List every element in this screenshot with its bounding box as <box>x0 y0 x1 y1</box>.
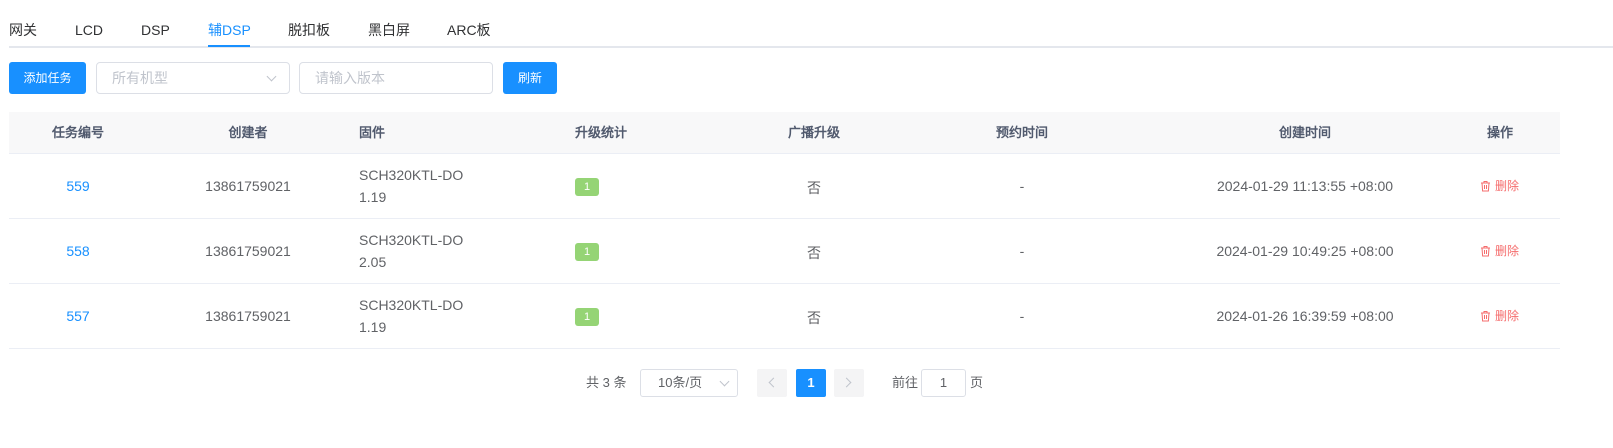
total-count: 共 3 条 <box>586 375 627 390</box>
chevron-down-icon <box>266 71 277 82</box>
broadcast-cell: 否 <box>807 245 821 261</box>
firmware-version: 1.19 <box>359 189 387 205</box>
upgrade-count-badge[interactable]: 1 <box>575 243 599 261</box>
firmware-version: 1.19 <box>359 319 387 335</box>
tab-aux-dsp[interactable]: 辅DSP <box>208 20 251 40</box>
firmware-name: SCH320KTL-DO <box>359 297 464 313</box>
task-id-link[interactable]: 559 <box>66 178 89 194</box>
table-header: 任务编号 创建者 固件 升级统计 广播升级 预约时间 创建时间 操作 <box>9 112 1560 154</box>
chevron-down-icon <box>719 376 730 387</box>
page-size-select[interactable]: 10条/页 <box>640 369 738 397</box>
tab-bar: 网关 LCD DSP 辅DSP 脱扣板 黑白屏 ARC板 <box>9 0 1613 48</box>
header-upgrade-stats: 升级统计 <box>575 125 628 140</box>
task-id-link[interactable]: 557 <box>66 308 89 324</box>
table-row: 559 13861759021 SCH320KTL-DO 1.19 1 否 - … <box>9 154 1560 219</box>
model-select[interactable]: 所有机型 <box>96 62 290 94</box>
table-row: 557 13861759021 SCH320KTL-DO 1.19 1 否 - … <box>9 284 1560 349</box>
chevron-right-icon <box>841 377 852 388</box>
task-id-link[interactable]: 558 <box>66 243 89 259</box>
firmware-name: SCH320KTL-DO <box>359 232 464 248</box>
active-tab-indicator <box>208 45 250 47</box>
tab-dsp[interactable]: DSP <box>141 20 170 40</box>
delete-label: 删除 <box>1495 179 1520 193</box>
creator-cell: 13861759021 <box>205 308 291 324</box>
upgrade-count-badge[interactable]: 1 <box>575 308 599 326</box>
refresh-button[interactable]: 刷新 <box>503 62 557 94</box>
prev-page-button[interactable] <box>757 369 787 397</box>
trash-icon <box>1481 181 1490 192</box>
scheduled-cell: - <box>1019 243 1025 259</box>
upgrade-count-badge[interactable]: 1 <box>575 178 599 196</box>
table-row: 558 13861759021 SCH320KTL-DO 2.05 1 否 - … <box>9 219 1560 284</box>
broadcast-cell: 否 <box>807 310 821 326</box>
header-creator: 创建者 <box>228 125 268 140</box>
page-number-current[interactable]: 1 <box>796 369 826 397</box>
add-task-button[interactable]: 添加任务 <box>9 62 86 94</box>
header-actions: 操作 <box>1486 125 1514 140</box>
delete-button[interactable]: 删除 <box>1480 244 1519 258</box>
created-time-cell: 2024-01-26 16:39:59 +08:00 <box>1216 308 1394 324</box>
tab-lcd[interactable]: LCD <box>75 20 103 40</box>
created-time-cell: 2024-01-29 10:49:25 +08:00 <box>1216 243 1394 259</box>
creator-cell: 13861759021 <box>205 243 291 259</box>
scheduled-cell: - <box>1019 308 1025 324</box>
delete-button[interactable]: 删除 <box>1480 309 1519 323</box>
model-select-placeholder: 所有机型 <box>112 70 168 86</box>
header-scheduled-time: 预约时间 <box>995 125 1049 140</box>
header-broadcast: 广播升级 <box>787 125 841 140</box>
scheduled-cell: - <box>1019 178 1025 194</box>
creator-cell: 13861759021 <box>205 178 291 194</box>
header-task-id: 任务编号 <box>51 125 105 140</box>
header-created-time: 创建时间 <box>1278 125 1332 140</box>
task-table: 任务编号 创建者 固件 升级统计 广播升级 预约时间 创建时间 操作 559 1… <box>9 112 1560 349</box>
created-time-cell: 2024-01-29 11:13:55 +08:00 <box>1216 178 1394 194</box>
trash-icon <box>1481 311 1490 322</box>
header-firmware: 固件 <box>359 125 386 140</box>
tab-gateway[interactable]: 网关 <box>9 20 37 40</box>
chevron-left-icon <box>768 377 779 388</box>
tab-trip-board[interactable]: 脱扣板 <box>288 20 330 40</box>
goto-page-input[interactable]: 1 <box>921 369 966 397</box>
firmware-name: SCH320KTL-DO <box>359 167 464 183</box>
trash-icon <box>1481 246 1490 257</box>
version-input-placeholder: 请输入版本 <box>315 70 385 86</box>
tab-bw-screen[interactable]: 黑白屏 <box>368 20 410 40</box>
tab-arc-board[interactable]: ARC板 <box>447 20 491 40</box>
delete-label: 删除 <box>1495 244 1520 258</box>
version-input[interactable]: 请输入版本 <box>299 62 493 94</box>
next-page-button[interactable] <box>834 369 864 397</box>
delete-label: 删除 <box>1495 309 1520 323</box>
goto-label: 前往 <box>892 375 919 390</box>
delete-button[interactable]: 删除 <box>1480 179 1519 193</box>
page-size-value: 10条/页 <box>658 375 703 390</box>
broadcast-cell: 否 <box>807 180 821 196</box>
page-suffix: 页 <box>970 375 984 390</box>
firmware-version: 2.05 <box>359 254 387 270</box>
